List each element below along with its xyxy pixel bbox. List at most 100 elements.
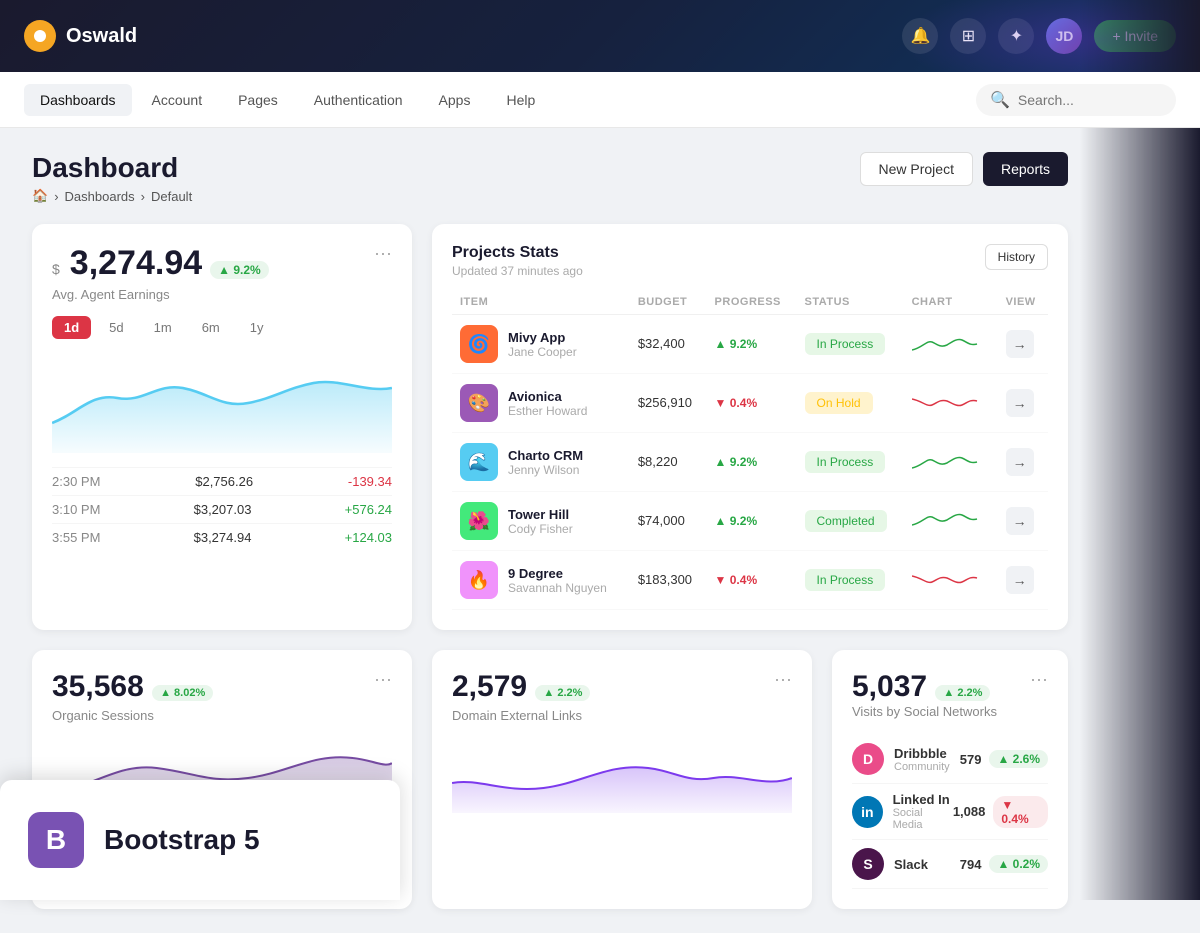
- nav-item-apps[interactable]: Apps: [423, 84, 487, 116]
- project-view-cell[interactable]: →: [998, 315, 1048, 374]
- project-budget-cell: $32,400: [630, 315, 707, 374]
- header-actions: 🔔 ⊞ ✦ JD + Invite: [902, 18, 1176, 54]
- earnings-card: $ 3,274.94 ▲ 9.2% Avg. Agent Earnings ⋯ …: [32, 224, 412, 630]
- page-title: Dashboard: [32, 152, 192, 184]
- time-tab-1y[interactable]: 1y: [238, 316, 276, 339]
- project-progress-cell: ▲ 9.2%: [707, 492, 797, 551]
- table-row: 🎨 Avionica Esther Howard $256,910 ▼ 0.4%…: [452, 374, 1048, 433]
- earnings-amount-row: $ 3,274.94 ▲ 9.2%: [52, 244, 269, 283]
- more-options-icon[interactable]: ⋯: [374, 244, 392, 265]
- row-amount: $2,756.26: [195, 474, 253, 489]
- invite-button[interactable]: + Invite: [1094, 20, 1176, 52]
- nav-bar: Dashboards Account Pages Authentication …: [0, 72, 1200, 128]
- row-time: 3:10 PM: [52, 502, 100, 517]
- earnings-header: $ 3,274.94 ▲ 9.2% Avg. Agent Earnings ⋯: [52, 244, 392, 302]
- social-row-left: D Dribbble Community: [852, 743, 950, 775]
- project-progress-cell: ▲ 9.2%: [707, 315, 797, 374]
- social-label: Visits by Social Networks: [852, 704, 997, 719]
- earnings-row: 3:55 PM $3,274.94 +124.03: [52, 523, 392, 551]
- view-arrow-button[interactable]: →: [1006, 566, 1034, 594]
- projects-table: ITEM BUDGET PROGRESS STATUS CHART VIEW 🌀…: [452, 290, 1048, 610]
- linkedin-info: Linked In Social Media: [893, 792, 953, 831]
- col-progress: PROGRESS: [707, 290, 797, 315]
- search-icon: 🔍: [990, 90, 1010, 110]
- earnings-change-badge: ▲ 9.2%: [210, 261, 269, 279]
- domain-number-area: 2,579 ▲ 2.2% Domain External Links: [452, 670, 590, 723]
- linkedin-icon: in: [852, 796, 883, 828]
- view-arrow-button[interactable]: →: [1006, 507, 1034, 535]
- table-row: 🌊 Charto CRM Jenny Wilson $8,220 ▲ 9.2% …: [452, 433, 1048, 492]
- time-tab-6m[interactable]: 6m: [190, 316, 232, 339]
- nav-item-account[interactable]: Account: [136, 84, 219, 116]
- grid-icon[interactable]: ⊞: [950, 18, 986, 54]
- domain-change: ▲ 2.2%: [535, 685, 590, 701]
- home-icon: 🏠: [32, 188, 48, 204]
- stat-number-area: 35,568 ▲ 8.02% Organic Sessions: [52, 670, 213, 723]
- breadcrumb-dashboards[interactable]: Dashboards: [65, 189, 135, 204]
- social-row-left: in Linked In Social Media: [852, 792, 953, 831]
- breadcrumb-default: Default: [151, 189, 192, 204]
- domain-more-icon[interactable]: ⋯: [774, 670, 792, 691]
- currency-symbol: $: [52, 261, 60, 277]
- linkedin-name: Linked In: [893, 792, 953, 807]
- dribbble-name: Dribbble: [894, 746, 950, 761]
- sessions-more-icon[interactable]: ⋯: [374, 670, 392, 691]
- col-chart: CHART: [904, 290, 998, 315]
- reports-button[interactable]: Reports: [983, 152, 1068, 186]
- view-arrow-button[interactable]: →: [1006, 330, 1034, 358]
- view-arrow-button[interactable]: →: [1006, 389, 1034, 417]
- project-view-cell[interactable]: →: [998, 433, 1048, 492]
- project-progress-cell: ▼ 0.4%: [707, 551, 797, 610]
- nav-item-help[interactable]: Help: [490, 84, 551, 116]
- project-item-cell: 🌊 Charto CRM Jenny Wilson: [452, 433, 630, 492]
- social-number-area: 5,037 ▲ 2.2% Visits by Social Networks: [852, 670, 997, 719]
- time-tab-5d[interactable]: 5d: [97, 316, 135, 339]
- project-budget-cell: $74,000: [630, 492, 707, 551]
- logo-icon: [24, 20, 56, 52]
- new-project-button[interactable]: New Project: [860, 152, 973, 186]
- project-progress-cell: ▲ 9.2%: [707, 433, 797, 492]
- time-tab-1d[interactable]: 1d: [52, 316, 91, 339]
- projects-updated: Updated 37 minutes ago: [452, 264, 583, 278]
- project-status-cell: In Process: [797, 551, 904, 610]
- history-button[interactable]: History: [985, 244, 1048, 270]
- time-tabs: 1d 5d 1m 6m 1y: [52, 316, 392, 339]
- dribbble-change: ▲ 2.6%: [989, 750, 1048, 768]
- row-amount: $3,274.94: [194, 530, 252, 545]
- project-status-cell: Completed: [797, 492, 904, 551]
- project-view-cell[interactable]: →: [998, 374, 1048, 433]
- linkedin-change: ▼ 0.4%: [993, 796, 1048, 828]
- main-cards-grid: $ 3,274.94 ▲ 9.2% Avg. Agent Earnings ⋯ …: [32, 224, 1068, 630]
- search-input[interactable]: [1018, 92, 1162, 108]
- project-item-cell: 🎨 Avionica Esther Howard: [452, 374, 630, 433]
- notification-icon[interactable]: 🔔: [902, 18, 938, 54]
- linkedin-type: Social Media: [893, 807, 953, 831]
- page-header-actions: New Project Reports: [860, 152, 1069, 186]
- social-more-icon[interactable]: ⋯: [1030, 670, 1048, 691]
- col-view: VIEW: [998, 290, 1048, 315]
- table-row: 🔥 9 Degree Savannah Nguyen $183,300 ▼ 0.…: [452, 551, 1048, 610]
- earnings-amount: 3,274.94: [70, 244, 202, 283]
- view-arrow-button[interactable]: →: [1006, 448, 1034, 476]
- project-view-cell[interactable]: →: [998, 492, 1048, 551]
- project-status-cell: In Process: [797, 433, 904, 492]
- slack-stats: 794 ▲ 0.2%: [960, 855, 1048, 873]
- dribbble-stats: 579 ▲ 2.6%: [960, 750, 1048, 768]
- project-item-cell: 🔥 9 Degree Savannah Nguyen: [452, 551, 630, 610]
- avatar[interactable]: JD: [1046, 18, 1082, 54]
- row-time: 2:30 PM: [52, 474, 100, 489]
- nav-item-authentication[interactable]: Authentication: [298, 84, 419, 116]
- project-chart-cell: [904, 551, 998, 610]
- dribbble-icon: D: [852, 743, 884, 775]
- social-row-left: S Slack: [852, 848, 928, 880]
- project-budget-cell: $183,300: [630, 551, 707, 610]
- time-tab-1m[interactable]: 1m: [142, 316, 184, 339]
- nav-item-dashboards[interactable]: Dashboards: [24, 84, 132, 116]
- table-row: 🌀 Mivy App Jane Cooper $32,400 ▲ 9.2% In…: [452, 315, 1048, 374]
- share-icon[interactable]: ✦: [998, 18, 1034, 54]
- project-view-cell[interactable]: →: [998, 551, 1048, 610]
- domain-links-card: 2,579 ▲ 2.2% Domain External Links ⋯: [432, 650, 812, 909]
- nav-item-pages[interactable]: Pages: [222, 84, 294, 116]
- row-time: 3:55 PM: [52, 530, 100, 545]
- sessions-number: 35,568 ▲ 8.02%: [52, 670, 213, 704]
